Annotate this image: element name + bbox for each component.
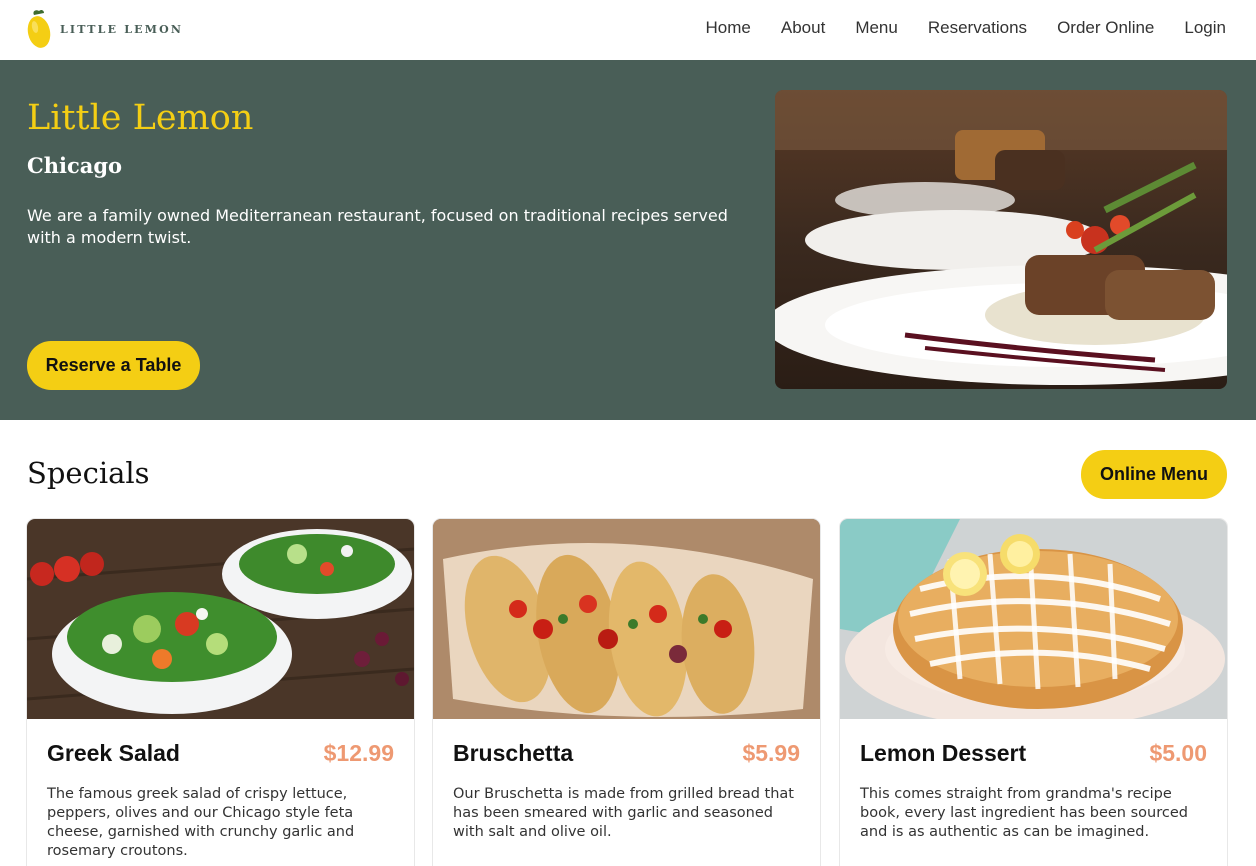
lemon-dessert-photo-icon — [840, 519, 1227, 719]
bruschetta-photo-icon — [433, 519, 820, 719]
specials-title: Specials — [27, 456, 150, 490]
restaurant-dish-photo-icon — [775, 90, 1227, 389]
card-price: $5.00 — [1149, 740, 1207, 766]
nav-login[interactable]: Login — [1184, 18, 1226, 38]
special-card-bruschetta[interactable]: Bruschetta $5.99 Our Bruschetta is made … — [433, 519, 820, 866]
hero-title: Little Lemon — [27, 98, 254, 138]
logo[interactable]: LITTLE LEMON — [26, 9, 183, 50]
special-card-lemon-dessert[interactable]: Lemon Dessert $5.00 This comes straight … — [840, 519, 1227, 866]
card-name: Greek Salad — [47, 740, 180, 766]
top-nav: LITTLE LEMON Home About Menu Reservation… — [0, 0, 1256, 60]
hero-section: Little Lemon Chicago We are a family own… — [0, 60, 1256, 420]
nav-links: Home About Menu Reservations Order Onlin… — [676, 18, 1226, 38]
nav-home[interactable]: Home — [706, 18, 751, 38]
card-price: $12.99 — [323, 740, 394, 766]
greek-salad-photo-icon — [27, 519, 414, 719]
card-name: Lemon Dessert — [860, 740, 1027, 766]
lemon-icon — [27, 9, 51, 48]
online-menu-button[interactable]: Online Menu — [1081, 450, 1227, 499]
logo-text: LITTLE LEMON — [60, 23, 184, 36]
card-description: The famous greek salad of crispy lettuce… — [47, 786, 355, 859]
special-card-greek-salad[interactable]: Greek Salad $12.99 The famous greek sala… — [27, 519, 414, 866]
card-price: $5.99 — [742, 740, 800, 766]
hero-city: Chicago — [27, 153, 123, 178]
nav-menu[interactable]: Menu — [855, 18, 898, 38]
hero-image — [775, 90, 1227, 389]
card-name: Bruschetta — [453, 740, 574, 766]
nav-reservations[interactable]: Reservations — [928, 18, 1027, 38]
nav-order-online[interactable]: Order Online — [1057, 18, 1154, 38]
card-description: Our Bruschetta is made from grilled brea… — [453, 786, 794, 840]
card-description: This comes straight from grandma's recip… — [860, 786, 1188, 840]
hero-description: We are a family owned Mediterranean rest… — [27, 206, 728, 247]
reserve-table-button[interactable]: Reserve a Table — [27, 341, 200, 390]
nav-about[interactable]: About — [781, 18, 825, 38]
